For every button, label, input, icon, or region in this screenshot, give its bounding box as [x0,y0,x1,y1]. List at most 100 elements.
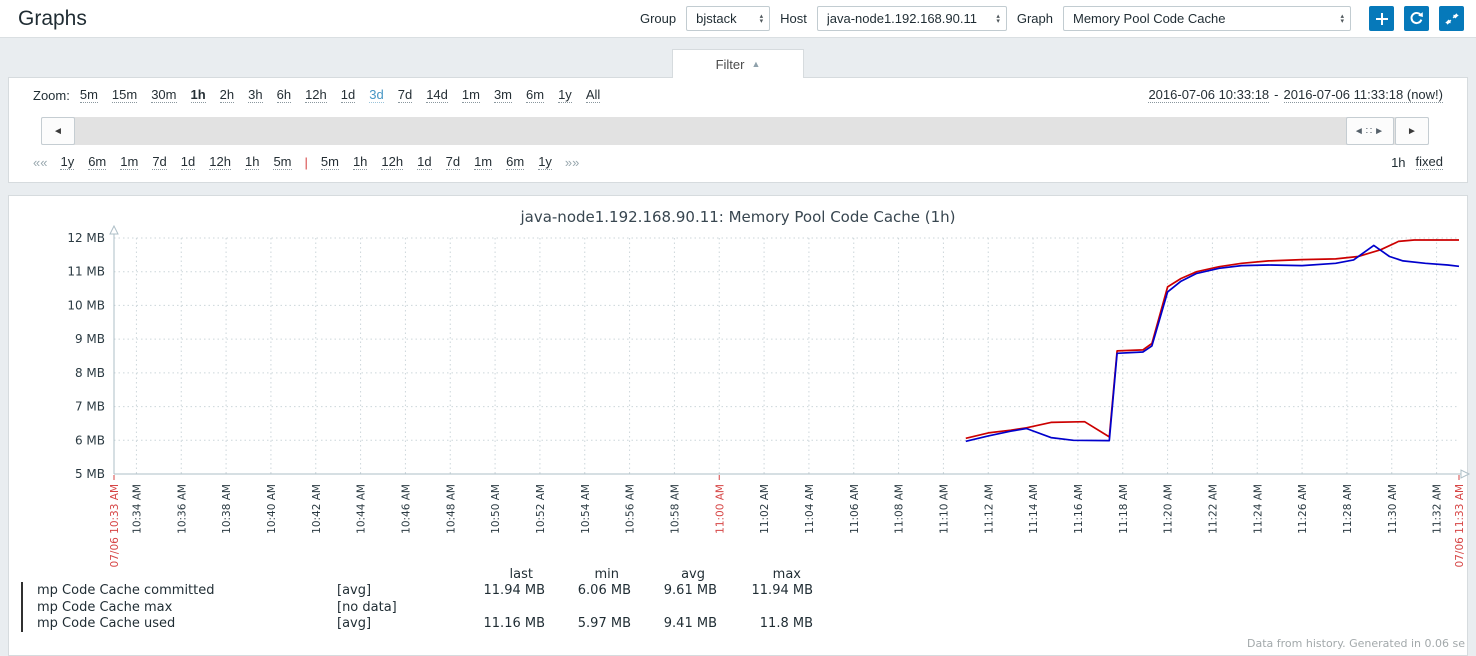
nav-forward-link-7d[interactable]: 7d [445,154,461,170]
group-select[interactable]: bjstack ▴ ▾ [686,6,771,31]
add-graph-button[interactable] [1369,6,1394,31]
zoom-link-14d[interactable]: 14d [426,87,448,103]
nav-right-links: 5m 1h 12h 1d 7d 1m 6m 1y [320,154,552,170]
nav-next-link[interactable]: »» [565,155,579,170]
nav-back-link-6m[interactable]: 6m [88,154,107,170]
host-select[interactable]: java-node1.192.168.90.11 ▴ ▾ [816,6,1007,31]
nav-back-link-1y[interactable]: 1y [60,154,75,170]
date-from-link[interactable]: 2016-07-06 10:33:18 [1148,87,1270,103]
nav-forward-link-1y[interactable]: 1y [538,154,552,170]
zoom-link-30m[interactable]: 30m [151,87,177,103]
svg-text:11:08 AM: 11:08 AM [894,484,906,534]
zoom-link-7d[interactable]: 7d [397,87,413,103]
header-bar: Graphs Group bjstack ▴ ▾ Host java-node1.… [0,0,1476,38]
zoom-link-5m[interactable]: 5m [79,87,98,103]
legend-series-name: mp Code Cache used [37,616,176,632]
legend-value: 11.16 MB [483,616,545,632]
svg-text:11:16 AM: 11:16 AM [1073,484,1085,534]
nav-prev-link[interactable]: «« [33,155,47,170]
zoom-link-2h[interactable]: 2h [219,87,235,103]
select-arrows-icon: ▴ ▾ [996,12,1000,25]
zoom-link-3d[interactable]: 3d [369,87,384,103]
svg-text:11:20 AM: 11:20 AM [1163,484,1175,534]
svg-text:10:46 AM: 10:46 AM [400,484,412,534]
svg-text:11:28 AM: 11:28 AM [1342,484,1354,534]
group-select-value: bjstack [696,11,737,26]
nav-forward-link-1m[interactable]: 1m [474,154,493,170]
legend-row: mp Code Cache committed [avg] 11.94 MB 6.06… [15,582,813,600]
svg-text:11:24 AM: 11:24 AM [1252,484,1264,534]
svg-text:11:32 AM: 11:32 AM [1432,484,1444,534]
svg-text:10:36 AM: 10:36 AM [176,484,188,534]
legend-row: mp Code Cache used [avg] 11.16 MB 5.97 MB 9.… [15,615,813,633]
zoom-link-1m[interactable]: 1m [461,87,480,103]
fixed-link[interactable]: fixed [1415,154,1443,170]
scrollbar-drag-handle[interactable]: ◄∷► [1346,117,1394,145]
nav-back-link-5m[interactable]: 5m [273,154,292,170]
host-label: Host [780,11,807,26]
nav-back-link-1h[interactable]: 1h [244,154,260,170]
svg-text:10:34 AM: 10:34 AM [131,484,143,534]
svg-text:7 MB: 7 MB [75,400,105,414]
legend-value: 5.97 MB [577,616,631,632]
nav-forward-link-12h[interactable]: 12h [381,154,404,170]
svg-text:6 MB: 6 MB [75,433,105,447]
zoom-link-all[interactable]: All [585,87,601,103]
scrollbar-left-arrow-button[interactable]: ◄ [41,117,75,145]
nav-forward-link-5m[interactable]: 5m [320,154,339,170]
nav-back-link-7d[interactable]: 7d [152,154,167,170]
zoom-link-3m[interactable]: 3m [493,87,513,103]
zoom-link-1y[interactable]: 1y [558,87,572,103]
select-arrows-icon: ▴ ▾ [1340,12,1344,25]
svg-text:11:14 AM: 11:14 AM [1028,484,1040,534]
host-select-value: java-node1.192.168.90.11 [826,11,977,26]
nav-back-link-1d[interactable]: 1d [180,154,196,170]
svg-text:10:56 AM: 10:56 AM [625,484,637,534]
fullscreen-button[interactable] [1439,6,1464,31]
page-title: Graphs [18,6,87,30]
svg-text:11:10 AM: 11:10 AM [938,484,950,534]
zoom-link-15m[interactable]: 15m [111,87,138,103]
filter-panel: Zoom: 5m 15m 30m 1h 2h 3h 6h 12h 1d 3d 7d 14d 1m 3m 6m… [8,77,1468,183]
zoom-link-1d[interactable]: 1d [340,87,356,103]
nav-back-link-1m[interactable]: 1m [120,154,139,170]
zoom-link-1h[interactable]: 1h [190,87,206,103]
filter-tab[interactable]: Filter ▲ [672,49,804,78]
zoom-link-12h[interactable]: 12h [305,87,327,103]
nav-back-link-12h[interactable]: 12h [209,154,231,170]
nav-forward-link-1d[interactable]: 1d [417,154,432,170]
fullscreen-icon [1444,12,1459,25]
zoom-link-6m[interactable]: 6m [526,87,545,103]
graph-select[interactable]: Memory Pool Code Cache ▴ ▾ [1063,6,1351,31]
footer-note: Data from history. Generated in 0.06 se [1247,637,1465,650]
svg-text:10:38 AM: 10:38 AM [221,484,233,534]
nav-fixed-group: 1h fixed [1391,154,1443,170]
graph-plot-area[interactable]: 12 MB 11 MB 10 MB 9 MB 8 MB 7 MB 6 MB 5 MB 07/06… [9,224,1471,590]
svg-text:10:50 AM: 10:50 AM [490,484,502,534]
svg-text:10:44 AM: 10:44 AM [356,484,368,534]
header-controls: Group bjstack ▴ ▾ Host java-node1.192.168… [640,6,1476,31]
zoom-link-3h[interactable]: 3h [248,87,263,103]
legend-row: mp Code Cache max [no data] [15,598,813,616]
date-to-link[interactable]: 2016-07-06 11:33:18 (now!) [1283,87,1443,103]
svg-text:10:42 AM: 10:42 AM [311,484,323,534]
refresh-button[interactable] [1404,6,1429,31]
graph-label: Graph [1016,11,1053,26]
legend-header-max: max [772,566,801,582]
svg-text:10:40 AM: 10:40 AM [266,484,278,534]
legend-value: 11.94 MB [751,583,813,599]
legend-header-last: last [509,566,533,582]
nav-forward-link-1h[interactable]: 1h [352,154,368,170]
time-scrollbar[interactable]: ◄ ◄∷► ► [41,117,1429,145]
chart-title: java-node1.192.168.90.11: Memory Pool Co… [520,208,956,226]
nav-forward-link-6m[interactable]: 6m [506,154,525,170]
select-arrows-icon: ▴ ▾ [759,12,764,25]
legend-value: 9.41 MB [663,616,717,632]
svg-text:10:58 AM: 10:58 AM [669,484,681,534]
zoom-link-6h[interactable]: 6h [276,87,292,103]
drag-handle-icon: ◄∷► [1353,125,1387,137]
zoom-row: Zoom: 5m 15m 30m 1h 2h 3h 6h 12h 1d 3d 7d 14d 1m 3m 6m… [33,87,1443,103]
scrollbar-right-arrow-button[interactable]: ► [1395,117,1429,145]
svg-text:11:26 AM: 11:26 AM [1297,484,1309,534]
svg-text:8 MB: 8 MB [75,366,105,380]
